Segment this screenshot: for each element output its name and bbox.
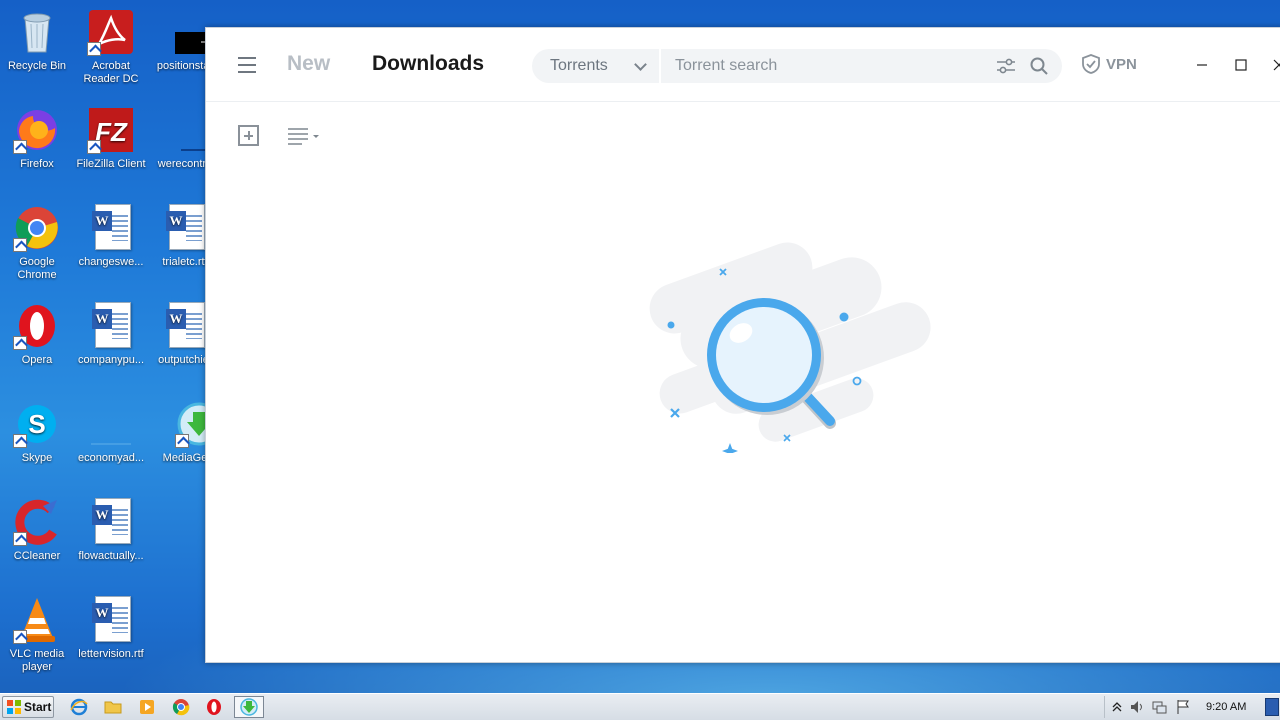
ccleaner-icon: [13, 498, 61, 546]
blank-file-icon: [87, 400, 135, 448]
desktop-icon-label: flowactually...: [78, 550, 144, 562]
taskbar-mediaget[interactable]: [234, 696, 264, 718]
black-file-icon: [161, 8, 215, 56]
desktop-icon-label: changeswe...: [78, 256, 144, 268]
word-document-icon: W: [87, 498, 135, 546]
empty-search-illustration: [649, 242, 931, 453]
minimize-icon: [1197, 64, 1207, 66]
taskbar-explorer[interactable]: [102, 697, 124, 717]
anyrun-watermark: ANY RUN: [1036, 613, 1259, 665]
show-desktop-button[interactable]: [1265, 698, 1279, 716]
word-document-icon: W: [87, 596, 135, 644]
search-icon[interactable]: [1030, 57, 1048, 75]
desktop-icon-label: VLC media player: [9, 648, 65, 673]
search-input[interactable]: [663, 49, 983, 83]
word-document-icon: W: [161, 204, 209, 252]
search-bar: Torrents: [532, 49, 1062, 83]
chrome-icon: [172, 699, 190, 716]
recycle-bin-icon: [13, 8, 61, 56]
add-torrent-button[interactable]: [238, 125, 259, 146]
taskbar: Start 9:20 AM: [0, 693, 1280, 720]
media-player-icon: [140, 700, 154, 714]
maximize-icon: [1235, 59, 1247, 71]
chrome-icon: [13, 204, 61, 252]
mediaget-window: New Downloads Torrents VPN: [205, 27, 1280, 663]
maximize-button[interactable]: [1226, 50, 1256, 80]
word-document-icon: W: [87, 204, 135, 252]
opera-icon: [207, 699, 221, 715]
word-document-icon: W: [87, 302, 135, 350]
desktop-icon-word-doc[interactable]: W changeswe...: [74, 200, 148, 290]
desktop-icon-label: economyad...: [77, 452, 145, 464]
tab-downloads[interactable]: Downloads: [372, 52, 484, 76]
desktop-icon-ccleaner[interactable]: CCleaner: [0, 494, 74, 584]
desktop-icon-label: companypu...: [77, 354, 145, 366]
minimize-button[interactable]: [1187, 50, 1217, 80]
start-button[interactable]: Start: [2, 696, 54, 718]
filter-settings-icon[interactable]: [996, 58, 1016, 74]
desktop-icon-word-doc[interactable]: W flowactually...: [74, 494, 148, 584]
desktop-icon-filezilla[interactable]: FZ FileZilla Client: [74, 102, 148, 192]
desktop-icon-vlc[interactable]: VLC media player: [0, 592, 74, 682]
vpn-button[interactable]: VPN: [1082, 54, 1137, 74]
skype-icon: S: [13, 400, 61, 448]
vpn-label: VPN: [1106, 55, 1137, 73]
volume-icon[interactable]: [1129, 699, 1145, 715]
desktop-icon-firefox[interactable]: Firefox: [0, 102, 74, 192]
desktop-icon-acrobat[interactable]: Acrobat Reader DC: [74, 4, 148, 94]
search-category-value: Torrents: [550, 57, 608, 74]
filezilla-icon: FZ: [87, 106, 135, 154]
show-hidden-icons-icon[interactable]: [1111, 699, 1123, 715]
firefox-icon: [13, 106, 61, 154]
desktop-icon-recycle-bin[interactable]: Recycle Bin: [0, 4, 74, 94]
chevron-down-icon: [634, 58, 647, 71]
desktop-icon-label: Google Chrome: [17, 256, 57, 281]
folder-icon: [104, 701, 122, 714]
action-center-flag-icon[interactable]: [1175, 699, 1191, 715]
acrobat-icon: [87, 8, 135, 56]
taskbar-ie[interactable]: [68, 697, 90, 717]
taskbar-media-player[interactable]: [136, 697, 158, 717]
desktop-icon-label: Firefox: [20, 158, 54, 170]
network-icon[interactable]: [1151, 699, 1167, 715]
mediaget-icon: [161, 400, 221, 448]
desktop-icon-label: FileZilla Client: [76, 158, 146, 170]
desktop-icon-skype[interactable]: S Skype: [0, 396, 74, 486]
desktop-icon-label: Acrobat Reader DC: [83, 60, 139, 85]
system-tray: [1104, 696, 1280, 718]
internet-explorer-icon: [70, 698, 88, 716]
desktop-icon-blank-file[interactable]: economyad...: [74, 396, 148, 486]
desktop-icon-label: CCleaner: [13, 550, 61, 562]
vlc-icon: [13, 596, 61, 644]
sort-list-icon[interactable]: [288, 127, 322, 147]
taskbar-opera[interactable]: [203, 697, 225, 717]
word-document-icon: W: [161, 302, 209, 350]
desktop-icon-label: Opera: [21, 354, 53, 366]
desktop-icon-chrome[interactable]: Google Chrome: [0, 200, 74, 290]
mediaget-icon: [240, 698, 258, 716]
tab-new[interactable]: New: [287, 52, 330, 76]
shield-icon: [1082, 54, 1100, 74]
desktop-icon-label: Skype: [21, 452, 53, 464]
opera-icon: [13, 302, 61, 350]
desktop-icon-word-doc[interactable]: W lettervision.rtf: [74, 592, 148, 682]
taskbar-chrome[interactable]: [170, 697, 192, 717]
clock: 9:20 AM: [1206, 701, 1247, 713]
desktop-icon-label: Recycle Bin: [7, 60, 67, 72]
close-icon: [1273, 59, 1280, 71]
start-label: Start: [24, 700, 52, 714]
search-category-select[interactable]: Torrents: [532, 49, 661, 83]
svg-text:S: S: [28, 409, 45, 439]
menu-icon[interactable]: [238, 57, 256, 73]
app-header: New Downloads Torrents VPN: [206, 28, 1280, 102]
close-button[interactable]: [1264, 50, 1280, 80]
desktop-icon-opera[interactable]: Opera: [0, 298, 74, 388]
windows-logo-icon: [7, 700, 21, 714]
desktop-icon-word-doc[interactable]: W companypu...: [74, 298, 148, 388]
desktop-icon-label: lettervision.rtf: [78, 648, 144, 660]
blank-file-icon: [161, 106, 221, 154]
